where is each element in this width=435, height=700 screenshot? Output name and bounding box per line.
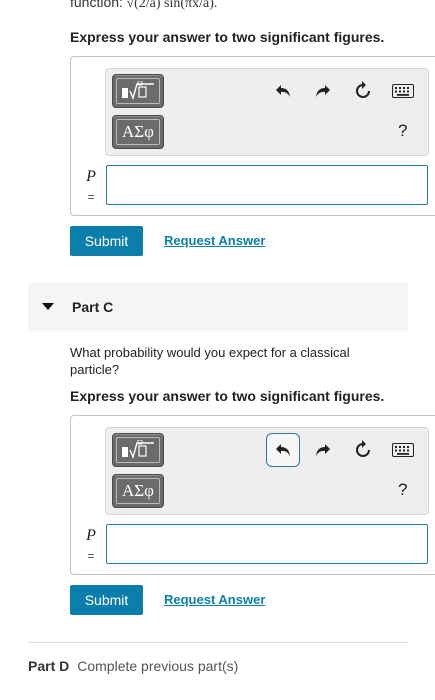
undo-button[interactable] [266, 433, 300, 467]
reset-button[interactable] [346, 433, 380, 467]
help-button[interactable]: ? [398, 480, 407, 500]
templates-icon [116, 437, 160, 463]
part-d-status: Complete previous part(s) [77, 658, 239, 674]
reset-icon [356, 81, 370, 98]
fragment-math: √(2/a) sin(πx/a). [126, 0, 218, 11]
keyboard-icon [392, 443, 414, 457]
previous-text-fragment: function: √(2/a) sin(πx/a). [70, 0, 217, 12]
part-d-row: Part D Complete previous part(s) [28, 658, 238, 674]
request-answer-link[interactable]: Request Answer [164, 233, 265, 248]
submit-button[interactable]: Submit [70, 226, 143, 256]
part-c-question: What probability would you expect for a … [70, 345, 350, 377]
variable-label: P [86, 168, 96, 185]
caret-down-icon [42, 303, 54, 310]
equals-label: = [87, 549, 95, 563]
redo-icon [316, 85, 330, 97]
submit-button[interactable]: Submit [70, 585, 143, 615]
equals-label: = [87, 190, 95, 204]
part-d-title: Part D [28, 658, 70, 674]
redo-icon [316, 444, 330, 456]
symbols-label: ΑΣφ [116, 119, 160, 145]
part-c-header[interactable]: Part C [28, 283, 408, 331]
redo-button[interactable] [306, 74, 340, 108]
page: function: √(2/a) sin(πx/a). Express your… [0, 0, 435, 700]
part-c-answer-box: ΑΣφ ? P = [70, 415, 435, 575]
redo-button[interactable] [306, 433, 340, 467]
divider [28, 642, 408, 643]
math-toolbar: ΑΣφ ? [105, 68, 429, 156]
variable-label: P [86, 527, 96, 544]
symbols-button[interactable]: ΑΣφ [112, 115, 164, 149]
symbols-button[interactable]: ΑΣφ [112, 474, 164, 508]
part-b-instruction: Express your answer to two significant f… [70, 29, 385, 45]
answer-input[interactable] [106, 524, 428, 564]
answer-input[interactable] [106, 165, 428, 205]
templates-icon [116, 78, 160, 104]
part-title: Part C [72, 299, 114, 315]
keyboard-icon [392, 84, 414, 98]
undo-icon [276, 85, 290, 97]
math-toolbar: ΑΣφ ? [105, 427, 429, 515]
templates-button[interactable] [112, 74, 164, 108]
reset-button[interactable] [346, 74, 380, 108]
undo-icon [276, 444, 290, 456]
part-b-answer-box: ΑΣφ ? P = [70, 56, 435, 216]
symbols-label: ΑΣφ [116, 478, 160, 504]
part-c-instruction: Express your answer to two significant f… [70, 388, 385, 404]
keyboard-button[interactable] [386, 74, 420, 108]
fragment-prefix: function: [70, 0, 123, 10]
keyboard-button[interactable] [386, 433, 420, 467]
help-button[interactable]: ? [398, 121, 407, 141]
undo-button[interactable] [266, 74, 300, 108]
request-answer-link[interactable]: Request Answer [164, 592, 265, 607]
templates-button[interactable] [112, 433, 164, 467]
reset-icon [356, 440, 370, 457]
